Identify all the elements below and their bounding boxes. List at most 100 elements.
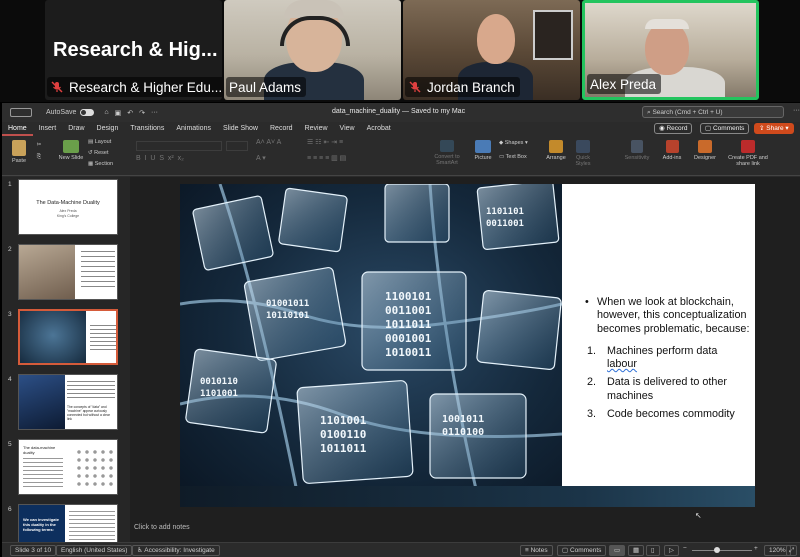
slide-text-box[interactable]: • When we look at blockchain, however, t… <box>585 296 750 421</box>
arrange-button[interactable]: Arrange <box>545 140 567 161</box>
thumbnail-number: 5 <box>8 441 12 448</box>
tab-draw[interactable]: Draw <box>62 122 90 136</box>
zoom-slider-handle[interactable] <box>714 547 720 553</box>
slideshow-icon[interactable]: ▷ <box>664 545 679 556</box>
bullet-dot: • <box>585 296 589 308</box>
slide-thumbnail-4[interactable]: The concepts of "data" and "machine" app… <box>18 374 118 430</box>
share-button[interactable]: ⇪ Share ▾ <box>754 123 794 134</box>
home-icon[interactable]: ⌂ <box>104 109 108 116</box>
comments-button[interactable]: ▢ Comments <box>700 123 750 134</box>
autosave-toggle[interactable] <box>80 109 95 116</box>
format-buttons[interactable]: B I U S x² x₂ <box>136 155 184 162</box>
tab-acrobat[interactable]: Acrobat <box>361 122 397 136</box>
participant-tile-paul[interactable]: Paul Adams <box>224 0 401 100</box>
svg-text:1101101: 1101101 <box>486 207 524 217</box>
align-icon[interactable]: ≡ ≡ ≡ ≡ ▥ ▤ <box>307 155 346 162</box>
numbered-item-3: 3. Code becomes commodity <box>587 408 735 421</box>
add-ins-button[interactable]: Add-ins <box>660 140 684 161</box>
more-options-icon[interactable]: ··· <box>793 107 800 114</box>
title-bar: AutoSave ⌂ ▣ ↶ ↷ ··· data_machine_dualit… <box>2 103 800 122</box>
zoom-slider[interactable] <box>692 550 752 551</box>
tab-transitions[interactable]: Transitions <box>124 122 170 136</box>
new-slide-button[interactable]: New Slide <box>58 140 84 161</box>
convert-smartart-button[interactable]: Convert to SmartArt <box>430 140 464 166</box>
designer-icon <box>698 140 712 153</box>
designer-button[interactable]: Designer <box>692 140 718 161</box>
spellcheck-underline: labour <box>607 358 638 371</box>
zoom-out-icon[interactable]: − <box>683 545 687 552</box>
slide-counter[interactable]: Slide 3 of 10 <box>10 545 57 556</box>
zoom-in-icon[interactable]: + <box>754 545 758 552</box>
tab-design[interactable]: Design <box>91 122 125 136</box>
picture-button[interactable]: Picture <box>472 140 494 161</box>
sidebar-toggle-icon[interactable] <box>10 108 32 117</box>
layout-button[interactable]: ▤ Layout <box>88 139 111 145</box>
svg-text:0001001: 0001001 <box>385 332 432 345</box>
section-button[interactable]: ▦ Section <box>88 161 113 167</box>
mic-muted-icon <box>51 81 63 93</box>
slide-thumbnail-6[interactable]: We can investigate this duality in the f… <box>18 504 118 544</box>
blockchain-cubes-graphic: 1100101 0011001 1011011 0001001 1010011 … <box>180 184 562 507</box>
svg-text:0011001: 0011001 <box>385 304 432 317</box>
paste-button[interactable]: Paste <box>8 140 30 164</box>
current-slide[interactable]: 1100101 0011001 1011011 0001001 1010011 … <box>180 184 755 507</box>
cut-icon[interactable]: ✂ <box>32 142 46 148</box>
quick-styles-button[interactable]: Quick Styles <box>572 140 594 167</box>
reading-view-icon[interactable]: ▯ <box>646 545 660 556</box>
accessibility-button[interactable]: ♿ Accessibility: Investigate <box>132 545 220 556</box>
sensitivity-button[interactable]: Sensitivity <box>622 140 652 161</box>
reset-button[interactable]: ↺ Reset <box>88 150 109 156</box>
save-icon[interactable]: ▣ <box>115 109 122 117</box>
slide-thumbnail-5[interactable]: The data-machine duality <box>18 439 118 495</box>
comments-status-button[interactable]: ▢ Comments <box>557 545 607 556</box>
slide-thumbnail-3[interactable] <box>18 309 118 365</box>
notes-input[interactable]: Click to add notes <box>134 524 190 531</box>
svg-text:0011001: 0011001 <box>486 219 524 229</box>
slide-thumbnail-1[interactable]: The Data-Machine Duality Alex Preda King… <box>18 179 118 235</box>
tab-record[interactable]: Record <box>264 122 299 136</box>
tab-review[interactable]: Review <box>299 122 334 136</box>
slide-thumbnail-2[interactable] <box>18 244 118 300</box>
tab-insert[interactable]: Insert <box>33 122 63 136</box>
normal-view-icon[interactable]: ▭ <box>609 545 626 556</box>
thumbnail-title: The Data-Machine Duality <box>36 200 100 206</box>
participant-tile-room[interactable]: Research & Hig... Research & Higher Edu.… <box>45 0 222 100</box>
create-pdf-button[interactable]: Create PDF and share link <box>726 140 770 167</box>
bullets-icon[interactable]: ☰ ☷ ⇤ ⇥ ≡ <box>307 139 343 146</box>
participant-tile-alex[interactable]: Alex Preda <box>582 0 759 100</box>
svg-text:1101001: 1101001 <box>200 389 238 399</box>
font-size-select[interactable] <box>226 141 248 151</box>
tab-home[interactable]: Home <box>2 122 33 136</box>
participant-tile-jordan[interactable]: Jordan Branch <box>403 0 580 100</box>
font-grow-icon[interactable]: A˄ A˅ A <box>256 139 281 146</box>
blockchain-image[interactable]: 1100101 0011001 1011011 0001001 1010011 … <box>180 184 562 507</box>
fit-to-window-icon[interactable]: ⤢ <box>786 545 798 556</box>
search-input[interactable]: ⌕ Search (Cmd + Ctrl + U) <box>642 106 784 118</box>
picture-icon <box>475 140 491 153</box>
slide-editing-area[interactable]: 1100101 0011001 1011011 0001001 1010011 … <box>130 177 800 544</box>
participant-name: Paul Adams <box>229 79 302 95</box>
font-color-icon[interactable]: A ▾ <box>256 155 266 162</box>
copy-icon[interactable]: ⎘ <box>32 154 46 160</box>
new-slide-icon <box>63 140 79 153</box>
thumbnail-image <box>19 375 65 429</box>
ribbon-tabs: Home Insert Draw Design Transitions Anim… <box>2 122 800 136</box>
record-button[interactable]: ◉ Record <box>654 123 693 134</box>
tab-animations[interactable]: Animations <box>170 122 217 136</box>
tab-view[interactable]: View <box>334 122 361 136</box>
undo-icon[interactable]: ↶ <box>127 109 133 117</box>
svg-text:1010011: 1010011 <box>385 346 432 359</box>
language-indicator[interactable]: English (United States) <box>56 545 133 556</box>
notes-button[interactable]: ≡ Notes <box>520 545 553 556</box>
redo-icon[interactable]: ↷ <box>139 109 145 117</box>
font-family-select[interactable] <box>136 141 222 151</box>
mic-muted-icon <box>409 81 421 93</box>
svg-text:1011011: 1011011 <box>320 442 367 455</box>
text-box-button[interactable]: ▭ Text Box <box>499 154 527 160</box>
participant-name: Alex Preda <box>590 76 657 92</box>
shapes-button[interactable]: ◆ Shapes ▾ <box>499 140 528 146</box>
slide-sorter-icon[interactable]: ▦ <box>628 545 645 556</box>
tab-slide-show[interactable]: Slide Show <box>217 122 264 136</box>
more-icon[interactable]: ··· <box>151 109 158 116</box>
slide-thumbnail-panel[interactable]: 1 The Data-Machine Duality Alex Preda Ki… <box>2 177 130 544</box>
